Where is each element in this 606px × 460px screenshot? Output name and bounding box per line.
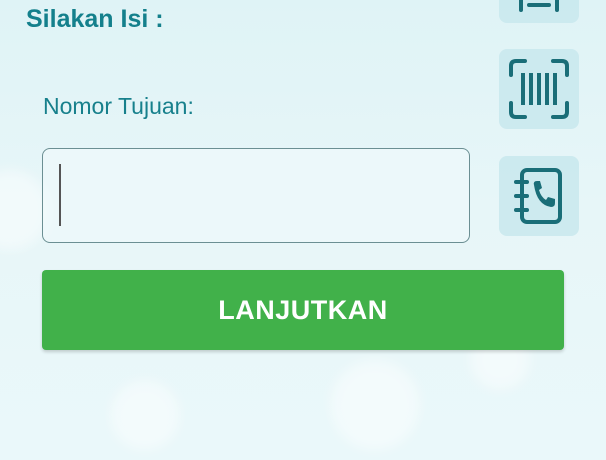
destination-number-input[interactable] bbox=[42, 148, 470, 243]
destination-number-label: Nomor Tujuan: bbox=[43, 93, 194, 119]
text-cursor bbox=[59, 164, 61, 226]
background-bokeh bbox=[110, 380, 180, 450]
contacts-button[interactable] bbox=[499, 156, 579, 236]
background-bokeh bbox=[330, 360, 420, 450]
phone-book-icon bbox=[514, 168, 562, 224]
barcode-scan-button[interactable] bbox=[499, 49, 579, 129]
barcode-scan-icon bbox=[509, 59, 569, 119]
section-title: Silakan Isi : bbox=[26, 5, 164, 33]
continue-button[interactable]: LANJUTKAN bbox=[42, 270, 564, 350]
partially-visible-icon bbox=[519, 0, 559, 12]
top-icon-tile[interactable] bbox=[499, 0, 579, 23]
